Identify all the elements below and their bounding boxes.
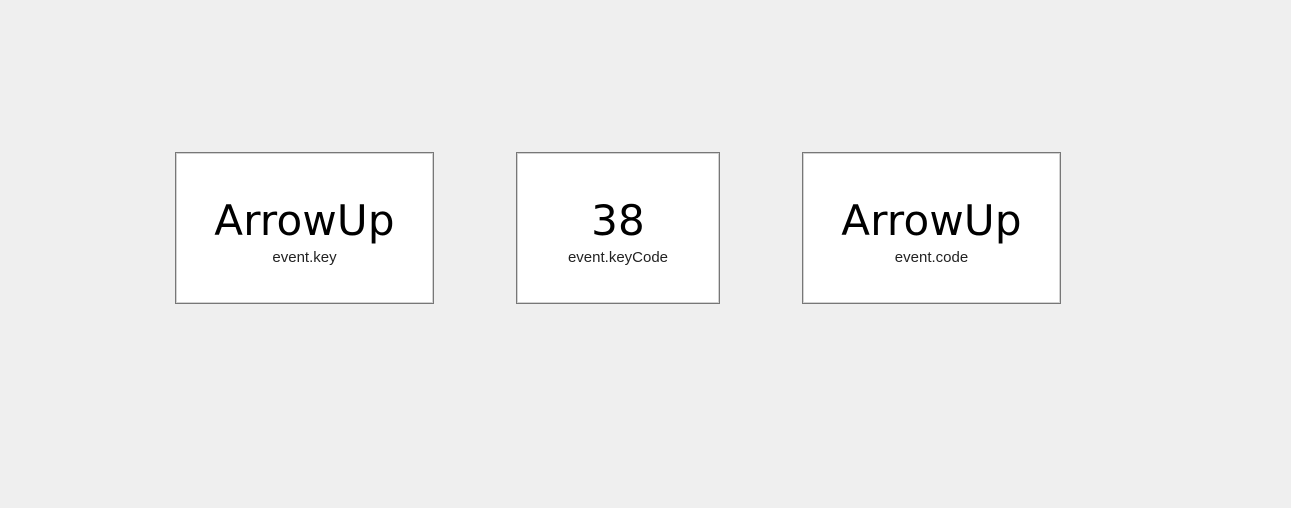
event-code-label: event.code xyxy=(894,249,969,266)
event-code-value: ArrowUp xyxy=(841,196,1022,245)
event-keycode-card: 38 event.keyCode xyxy=(516,152,720,304)
event-key-label: event.key xyxy=(272,249,337,266)
keycode-display-page: ArrowUp event.key 38 event.keyCode Arrow… xyxy=(0,0,1291,508)
event-key-card: ArrowUp event.key xyxy=(175,152,434,304)
event-key-value: ArrowUp xyxy=(214,196,395,245)
event-code-card: ArrowUp event.code xyxy=(802,152,1061,304)
event-keycode-value: 38 xyxy=(591,196,645,245)
event-keycode-label: event.keyCode xyxy=(567,249,669,266)
